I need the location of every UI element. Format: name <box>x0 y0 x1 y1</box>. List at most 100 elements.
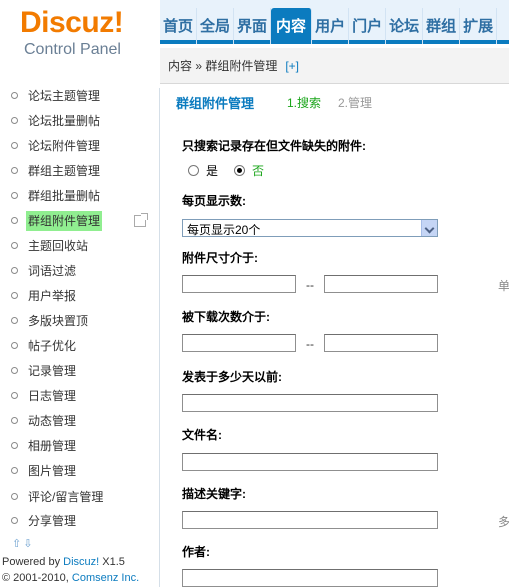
sidebar-item[interactable]: 群组附件管理 <box>0 211 159 231</box>
sidebar-item-label: 多版块置顶 <box>28 314 89 328</box>
sidebar-item[interactable]: 图片管理 <box>0 461 159 481</box>
downloads-range-separator: -- <box>306 337 314 351</box>
sidebar-item-label: 分享管理 <box>28 514 77 528</box>
sidebar-item-label: 群组附件管理 <box>26 211 103 231</box>
footer: Powered by Discuz! X1.5 © 2001-2010, Com… <box>2 554 158 586</box>
bullet-icon <box>11 342 18 349</box>
comsenz-link[interactable]: Comsenz Inc. <box>72 572 139 584</box>
top-nav-item[interactable]: 群组 <box>423 8 461 44</box>
bullet-icon <box>11 467 18 474</box>
logo-wordmark: Discuz! <box>20 6 124 39</box>
top-nav-label: 门户 <box>352 17 383 35</box>
chevron-down-icon[interactable] <box>421 220 437 236</box>
sidebar-item[interactable]: 帖子优化 <box>0 336 159 356</box>
sidebar-item[interactable]: 群组批量删帖 <box>0 186 159 206</box>
step-manage-tab[interactable]: 2.管理 <box>338 94 372 111</box>
sidebar-item-label: 论坛附件管理 <box>28 139 101 153</box>
top-nav-item[interactable]: 论坛 <box>386 8 424 44</box>
sidebar-item[interactable]: 论坛附件管理 <box>0 136 159 156</box>
missing-yes-radio[interactable] <box>188 165 199 176</box>
logo-subtitle: Control Panel <box>24 41 121 58</box>
sidebar: 论坛主题管理论坛批量删帖论坛附件管理 群组主题管理群组批量删帖群组附件管理主题回收… <box>0 84 160 587</box>
keywords-hint: 多 <box>498 515 509 529</box>
missing-no-radio[interactable] <box>234 165 245 176</box>
top-nav-item[interactable]: 门户 <box>349 8 387 44</box>
title-bar: 群组附件管理 1.搜索 2.管理 <box>160 84 509 118</box>
bullet-icon <box>11 493 18 500</box>
top-nav-label: 界面 <box>237 17 268 35</box>
size-range-label: 附件尺寸介于: <box>182 251 258 265</box>
top-nav-item[interactable]: 用户 <box>312 8 350 44</box>
sidebar-item[interactable]: 群组主题管理 <box>0 161 159 181</box>
missing-yes-label: 是 <box>206 164 219 178</box>
breadcrumb-path: 内容 » 群组附件管理 <box>168 59 278 73</box>
top-nav-item[interactable]: 首页 <box>160 8 198 44</box>
sidebar-item[interactable]: 论坛主题管理 <box>0 86 159 106</box>
sidebar-item[interactable]: 用户举报 <box>0 286 159 306</box>
top-nav-label: 首页 <box>163 17 194 35</box>
discuz-link[interactable]: Discuz! <box>63 556 99 568</box>
sidebar-item-label: 图片管理 <box>28 464 77 478</box>
bullet-icon <box>11 442 18 449</box>
author-input[interactable] <box>182 569 438 587</box>
top-nav-item[interactable]: 内容 <box>271 8 313 44</box>
bullet-icon <box>11 367 18 374</box>
sidebar-item-label: 帖子优化 <box>28 339 77 353</box>
sidebar-item[interactable]: 动态管理 <box>0 411 159 431</box>
size-range-separator: -- <box>306 278 314 292</box>
sidebar-item[interactable]: 分享管理 <box>0 511 159 531</box>
filename-input[interactable] <box>182 453 438 471</box>
logo[interactable]: Discuz! Control Panel <box>0 0 160 88</box>
sidebar-item[interactable]: 相册管理 <box>0 436 159 456</box>
main-content: 群组附件管理 1.搜索 2.管理 只搜索记录存在但文件缺失的附件: 是 否 每页… <box>160 84 509 587</box>
top-nav-item[interactable]: 全局 <box>197 8 235 44</box>
sidebar-item[interactable]: 主题回收站 <box>0 236 159 256</box>
sidebar-item-label: 相册管理 <box>28 439 77 453</box>
bullet-icon <box>11 192 18 199</box>
size-min-input[interactable] <box>182 275 296 293</box>
top-nav-label: 用户 <box>315 17 346 35</box>
sidebar-item-label: 群组主题管理 <box>28 164 101 178</box>
bullet-icon <box>11 92 18 99</box>
top-nav-label: 扩展 <box>463 17 494 35</box>
bullet-icon <box>11 117 18 124</box>
bullet-icon <box>11 142 18 149</box>
sidebar-scroll-arrows[interactable]: ⇧⇩ <box>12 537 34 550</box>
size-unit-hint: 单 <box>498 279 509 293</box>
add-shortcut-link[interactable]: [+] <box>285 59 299 73</box>
perpage-select[interactable]: 每页显示20个 <box>182 219 438 237</box>
sidebar-item[interactable]: 记录管理 <box>0 361 159 381</box>
days-ago-input[interactable] <box>182 394 438 412</box>
author-label: 作者: <box>182 545 210 559</box>
top-nav: 首页 全局 界面 内容 用户 门户 论坛 群组 扩展 <box>160 0 509 44</box>
sidebar-item[interactable]: 日志管理 <box>0 386 159 406</box>
perpage-selected-value: 每页显示20个 <box>187 223 261 237</box>
sidebar-item[interactable]: 词语过滤 <box>0 261 159 281</box>
days-ago-label: 发表于多少天以前: <box>182 370 282 384</box>
top-nav-label: 全局 <box>200 17 231 35</box>
step-search-tab[interactable]: 1.搜索 <box>287 94 321 111</box>
sidebar-item-label: 论坛主题管理 <box>28 89 101 103</box>
open-in-new-window-icon[interactable] <box>134 213 148 227</box>
downloads-min-input[interactable] <box>182 334 296 352</box>
top-nav-item[interactable]: 界面 <box>234 8 272 44</box>
size-max-input[interactable] <box>324 275 438 293</box>
sidebar-item[interactable]: 论坛批量删帖 <box>0 111 159 131</box>
sidebar-item[interactable]: 多版块置顶 <box>0 311 159 331</box>
top-nav-list: 首页 全局 界面 内容 用户 门户 论坛 群组 扩展 <box>160 8 498 44</box>
sidebar-item-label: 记录管理 <box>28 364 77 378</box>
powered-by: Powered by Discuz! X1.5 <box>2 556 125 568</box>
sidebar-item-label: 主题回收站 <box>28 239 89 253</box>
downloads-max-input[interactable] <box>324 334 438 352</box>
top-nav-item[interactable]: 扩展 <box>460 8 498 44</box>
keywords-input[interactable] <box>182 511 438 529</box>
bullet-icon <box>11 167 18 174</box>
downloads-range-label: 被下载次数介于: <box>182 310 270 324</box>
sidebar-item-label: 用户举报 <box>28 289 77 303</box>
sidebar-item-label: 动态管理 <box>28 414 77 428</box>
sidebar-item[interactable]: 评论/留言管理 <box>0 487 159 507</box>
bullet-icon <box>11 217 18 224</box>
missing-files-label: 只搜索记录存在但文件缺失的附件: <box>182 139 366 153</box>
bullet-icon <box>11 242 18 249</box>
filename-label: 文件名: <box>182 428 222 442</box>
